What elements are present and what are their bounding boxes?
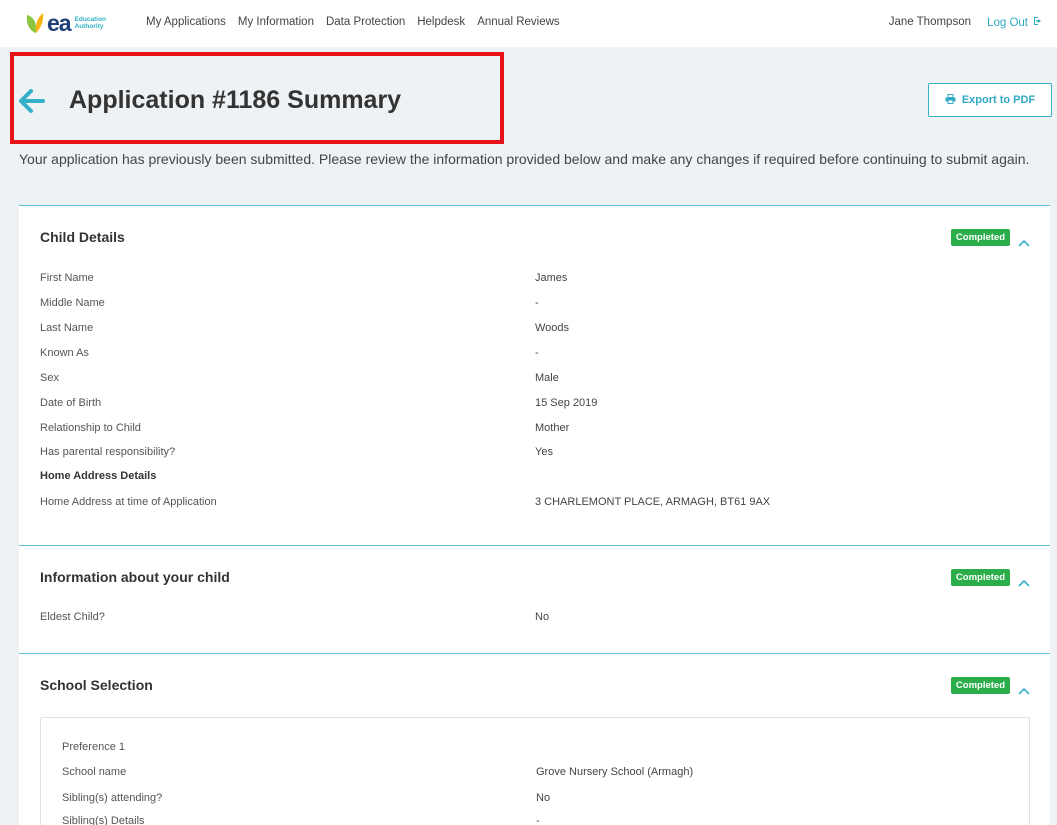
row-label: Has parental responsibility?: [40, 446, 176, 458]
school-selection-heading: School Selection: [40, 677, 153, 693]
export-label: Export to PDF: [961, 94, 1036, 106]
row-label: Eldest Child?: [40, 611, 105, 623]
main-nav: My Applications My Information Data Prot…: [146, 16, 572, 28]
ea-logo[interactable]: ea Education Authority: [24, 11, 106, 35]
row-label: Home Address Details: [40, 470, 157, 482]
chevron-up-icon[interactable]: [1018, 234, 1030, 247]
row-value: -: [536, 815, 540, 825]
logo-text: ea: [47, 10, 72, 36]
export-to-pdf-button[interactable]: Export to PDF: [928, 83, 1052, 117]
row-value: 15 Sep 2019: [535, 397, 598, 409]
row-label: School name: [62, 766, 127, 778]
logo-subtext-line1: Education: [74, 16, 107, 23]
logout-link[interactable]: Log Out: [987, 16, 1043, 29]
row-value: 3 CHARLEMONT PLACE, ARMAGH, BT61 9AX: [535, 496, 771, 508]
row-label: Sibling(s) Details: [62, 815, 145, 825]
row-value: Male: [535, 372, 559, 384]
row-value: Mother: [535, 422, 570, 434]
nav-annual-reviews[interactable]: Annual Reviews: [477, 16, 559, 28]
chevron-up-icon[interactable]: [1018, 574, 1030, 587]
back-arrow-icon[interactable]: [19, 88, 45, 114]
row-value: Yes: [535, 446, 553, 458]
row-label: Relationship to Child: [40, 422, 141, 434]
row-value: -: [535, 347, 539, 359]
info-child-panel: Information about your child Completed E…: [19, 545, 1050, 653]
row-label: Home Address at time of Application: [40, 496, 217, 508]
logout-label: Log Out: [987, 16, 1028, 29]
page-title: Application #1186 Summary: [69, 86, 402, 114]
top-navigation-bar: ea Education Authority My Applications M…: [0, 0, 1057, 47]
printer-icon: [945, 93, 956, 107]
status-badge: Completed: [950, 677, 1010, 694]
preference-label: Preference 1: [62, 741, 125, 753]
school-selection-panel: School Selection Completed Preference 1 …: [19, 653, 1050, 825]
nav-helpdesk[interactable]: Helpdesk: [417, 16, 465, 28]
nav-my-information[interactable]: My Information: [238, 16, 314, 28]
row-value: Woods: [535, 322, 570, 334]
row-label: First Name: [40, 272, 94, 284]
row-label: Known As: [40, 347, 89, 359]
leaf-logo-icon: [24, 11, 46, 35]
child-details-panel: Child Details Completed First Name James…: [19, 205, 1050, 545]
intro-text: Your application has previously been sub…: [19, 151, 1030, 167]
info-child-heading: Information about your child: [40, 569, 230, 585]
logout-icon: [1033, 16, 1043, 29]
row-label: Middle Name: [40, 297, 105, 309]
row-value: -: [535, 297, 539, 309]
row-label: Date of Birth: [40, 397, 102, 409]
status-badge: Completed: [950, 569, 1010, 586]
logo-subtext: Education Authority: [75, 16, 106, 30]
row-value: Grove Nursery School (Armagh): [536, 766, 694, 778]
nav-data-protection[interactable]: Data Protection: [326, 16, 405, 28]
row-label: Last Name: [40, 322, 94, 334]
nav-my-applications[interactable]: My Applications: [146, 16, 226, 28]
row-label: Sex: [40, 372, 59, 384]
preference-card: Preference 1 School name Grove Nursery S…: [40, 717, 1030, 825]
status-badge: Completed: [950, 229, 1010, 246]
row-value: No: [535, 611, 550, 623]
user-name: Jane Thompson: [888, 16, 971, 28]
row-label: Sibling(s) attending?: [62, 792, 163, 804]
logo-subtext-line2: Authority: [74, 23, 104, 30]
chevron-up-icon[interactable]: [1018, 682, 1030, 695]
row-value: No: [536, 792, 551, 804]
row-value: James: [535, 272, 568, 284]
child-details-heading: Child Details: [40, 229, 125, 245]
